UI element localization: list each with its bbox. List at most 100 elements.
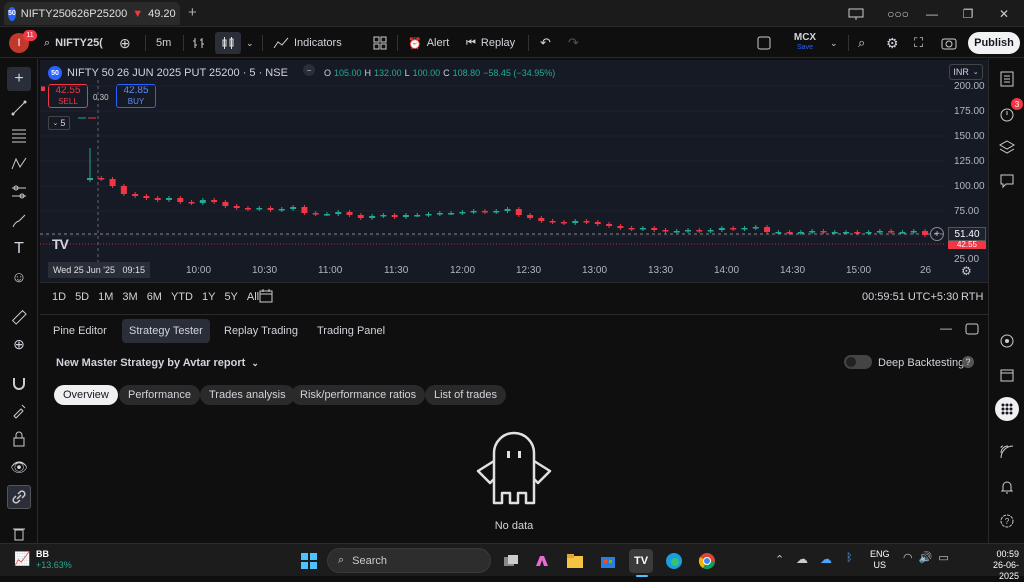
range-1y-button[interactable]: 1Y (202, 291, 215, 303)
close-icon[interactable]: ✕ (986, 0, 1022, 27)
calendar-icon[interactable] (995, 363, 1019, 387)
more-icon[interactable]: ○○○ (880, 0, 916, 27)
range-5d-button[interactable]: 5D (75, 291, 89, 303)
trash-icon[interactable] (7, 521, 31, 545)
range-1d-button[interactable]: 1D (52, 291, 66, 303)
candle-style-icon[interactable] (215, 32, 241, 54)
range-1m-button[interactable]: 1M (98, 291, 113, 303)
lock-drawing-icon[interactable] (7, 399, 31, 423)
quick-search-icon[interactable]: ⌕ (858, 32, 865, 54)
symbol-search-button[interactable]: ⌕ NIFTY25( (44, 32, 103, 54)
fib-lines-icon[interactable] (7, 123, 31, 147)
bluetooth-icon[interactable]: ᛒ (846, 552, 853, 564)
new-tab-button[interactable]: + (188, 4, 197, 21)
lock-icon[interactable] (7, 427, 31, 451)
settings-gear-icon[interactable]: ⚙ (886, 32, 899, 54)
onedrive-icon[interactable]: ☁ (820, 552, 832, 566)
pattern-icon[interactable] (7, 152, 31, 176)
brush-icon[interactable] (7, 209, 31, 233)
target-icon[interactable] (995, 329, 1019, 353)
minimize-panel-icon[interactable]: — (940, 321, 952, 335)
chevron-up-icon[interactable]: ⌃ (775, 553, 784, 566)
windows-start-icon[interactable] (297, 549, 321, 573)
interval-button[interactable]: 5m (156, 32, 171, 54)
clock-timezone[interactable]: 00:59:51 UTC+5:30 (862, 291, 958, 303)
copilot-icon[interactable] (530, 549, 554, 573)
pill-performance[interactable]: Performance (119, 385, 200, 405)
indicators-label: Indicators (294, 37, 342, 49)
strategy-selector[interactable]: New Master Strategy by Avtar report ⌄ (56, 357, 259, 369)
trend-line-icon[interactable] (7, 96, 31, 120)
tab-pine-editor[interactable]: Pine Editor (46, 319, 114, 343)
camera-icon[interactable] (941, 32, 957, 54)
forecast-icon[interactable] (7, 180, 31, 204)
publish-button[interactable]: Publish (968, 32, 1020, 54)
layout-menu[interactable]: MCX Save (790, 33, 820, 53)
deep-backtesting-toggle[interactable] (844, 355, 872, 369)
tab-replay-trading[interactable]: Replay Trading (217, 319, 305, 343)
tab-trading-panel[interactable]: Trading Panel (310, 319, 392, 343)
axis-settings-gear-icon[interactable]: ⚙ (961, 264, 972, 278)
templates-grid-icon[interactable] (373, 32, 387, 54)
stock-widget[interactable]: BB +13.63% (36, 549, 72, 571)
chart-widget-icon[interactable]: 📈 (14, 551, 30, 567)
compare-add-icon[interactable]: ⊕ (119, 32, 131, 54)
range-5y-button[interactable]: 5Y (224, 291, 237, 303)
layout-icon[interactable] (838, 0, 874, 27)
edge-browser-icon[interactable] (662, 549, 686, 573)
pill-trades-analysis[interactable]: Trades analysis (200, 385, 295, 405)
indicators-button[interactable]: Indicators (273, 32, 342, 54)
broadcast-icon[interactable] (995, 440, 1019, 464)
pill-risk-performance-ratios[interactable]: Risk/performance ratios (291, 385, 426, 405)
alert-button[interactable]: ⏰ Alert (408, 32, 449, 54)
help-icon[interactable]: ? (962, 356, 974, 368)
language-indicator[interactable]: ENG US (870, 549, 890, 571)
date-range-calendar-icon[interactable] (258, 288, 274, 307)
chat-icon[interactable] (995, 169, 1019, 193)
replay-button[interactable]: ⏮ Replay (466, 32, 515, 54)
task-view-icon[interactable] (499, 549, 523, 573)
crosshair-icon[interactable]: + (7, 67, 31, 91)
notification-count: 11 (23, 30, 37, 41)
redo-icon[interactable]: ↷ (568, 32, 579, 54)
magnet-icon[interactable] (7, 371, 31, 395)
help-center-icon[interactable]: ? (995, 509, 1019, 533)
taskbar-clock[interactable]: 00:59 26-06-2025 (975, 549, 1019, 582)
apps-grid-icon[interactable] (995, 397, 1019, 421)
range-ytd-button[interactable]: YTD (171, 291, 193, 303)
chrome-browser-icon[interactable] (695, 549, 719, 573)
text-tool-icon[interactable]: T (7, 237, 31, 261)
eye-icon[interactable]: 👁 (7, 455, 31, 479)
notifications-bell-icon[interactable] (995, 475, 1019, 499)
maximize-panel-icon[interactable] (965, 323, 979, 338)
file-explorer-icon[interactable] (563, 549, 587, 573)
chevron-down-icon[interactable]: ⌄ (246, 32, 254, 54)
pill-overview[interactable]: Overview (54, 385, 118, 405)
tab-strategy-tester[interactable]: Strategy Tester (122, 319, 210, 343)
store-icon[interactable] (596, 549, 620, 573)
add-plus-icon[interactable]: + (930, 227, 944, 241)
pill-list-of-trades[interactable]: List of trades (425, 385, 506, 405)
chevron-down-icon[interactable]: ⌄ (830, 32, 838, 54)
session-button[interactable]: RTH (961, 291, 983, 303)
bar-style-icon[interactable] (192, 32, 206, 54)
restore-icon[interactable]: ❐ (950, 0, 986, 27)
layers-icon[interactable] (995, 135, 1019, 159)
link-icon[interactable] (7, 485, 31, 509)
browser-tab[interactable]: 50 NIFTY250626P25200 ▼ 49.20 -7 (4, 2, 180, 25)
undo-icon[interactable]: ↶ (540, 32, 551, 54)
cloud-icon[interactable]: ☁ (796, 552, 808, 566)
taskbar-search-box[interactable]: ⌕ Search (327, 548, 491, 573)
fullscreen-icon[interactable]: ⛶ (914, 32, 923, 54)
price-chart[interactable]: 50 NIFTY 50 26 JUN 2025 PUT 25200 · 5 · … (40, 60, 988, 282)
range-6m-button[interactable]: 6M (147, 291, 162, 303)
emoji-icon[interactable]: ☺ (7, 265, 31, 289)
zoom-in-icon[interactable]: ⊕ (7, 332, 31, 356)
range-3m-button[interactable]: 3M (122, 291, 137, 303)
layout-square-icon[interactable] (757, 32, 771, 54)
minimize-icon[interactable]: — (914, 0, 950, 27)
watchlist-icon[interactable] (995, 67, 1019, 91)
ruler-icon[interactable] (7, 305, 31, 329)
tradingview-app-icon[interactable]: TV (629, 549, 653, 573)
system-tray[interactable]: ◠ 🔊 ▭ (903, 551, 949, 564)
